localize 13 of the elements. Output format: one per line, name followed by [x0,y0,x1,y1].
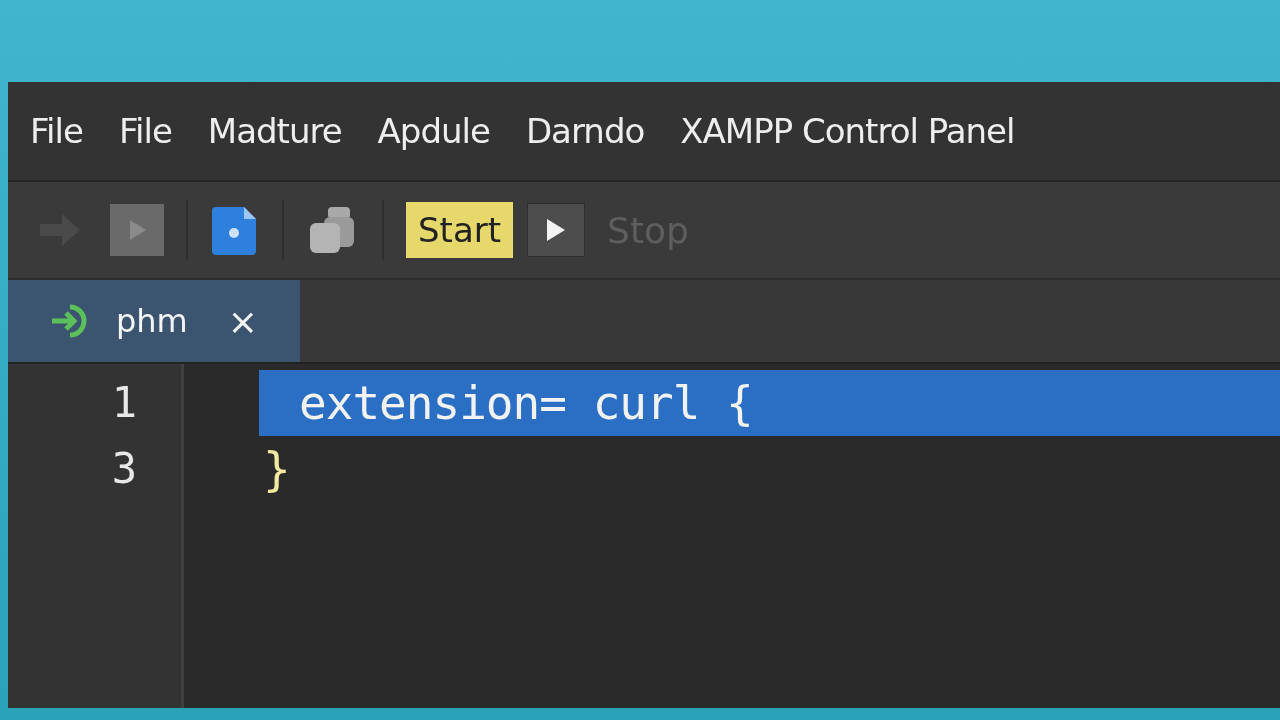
play-button[interactable] [527,203,586,257]
start-button[interactable]: Start [406,202,514,258]
menu-item[interactable]: Madture [207,111,342,151]
close-icon[interactable]: × [227,300,258,342]
file-tab[interactable]: phm × [8,280,300,362]
line-number: 1 [111,377,137,429]
code-line: } [262,441,291,498]
menu-item[interactable]: XAMPP Control Panel [680,111,1015,151]
menu-item[interactable]: Apdule [377,111,490,151]
menu-item[interactable]: File [30,111,83,151]
menu-item[interactable]: File [118,111,172,151]
menu-item[interactable]: Darndo [525,111,645,151]
line-number: 3 [111,443,137,495]
